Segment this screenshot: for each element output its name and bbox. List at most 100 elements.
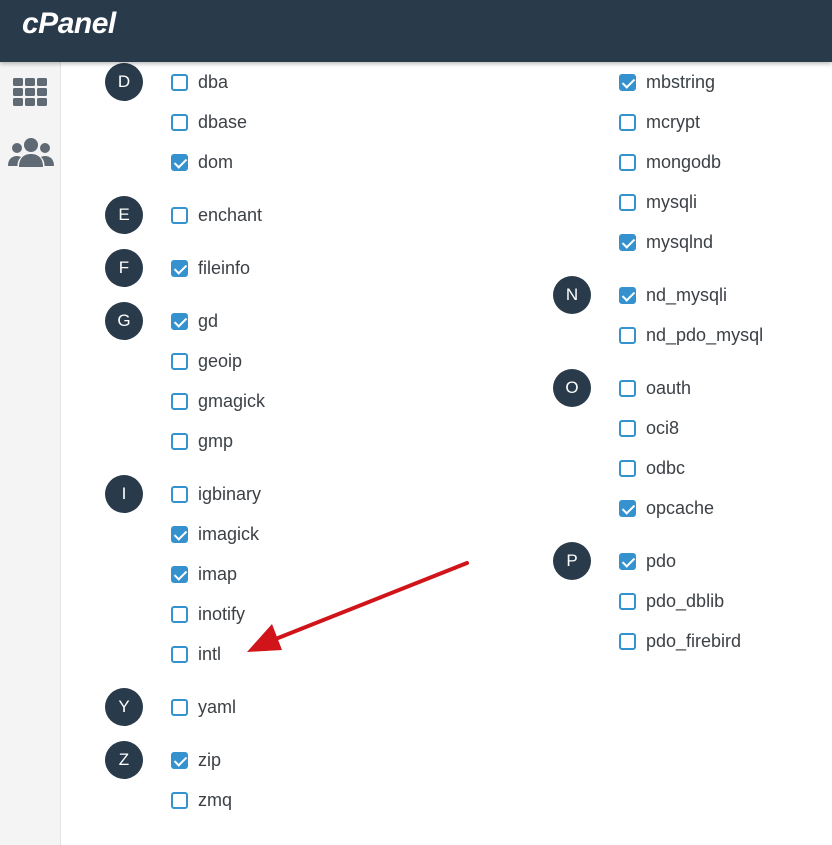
extension-item-geoip[interactable]: geoip xyxy=(171,349,242,373)
extension-item-nd-mysqli[interactable]: nd_mysqli xyxy=(619,283,727,307)
extension-item-zip[interactable]: zip xyxy=(171,748,221,772)
letter-badge-n: N xyxy=(553,276,591,314)
extension-label: nd_pdo_mysql xyxy=(646,324,764,345)
extension-label: yaml xyxy=(198,696,237,717)
extension-checkbox[interactable] xyxy=(619,326,636,344)
cpanel-logo[interactable]: cPanel xyxy=(22,7,116,41)
letter-badge-g: G xyxy=(105,302,143,340)
extension-checkbox[interactable] xyxy=(619,592,636,610)
extension-label: pdo_dblib xyxy=(646,590,725,611)
extension-checkbox[interactable] xyxy=(171,605,188,623)
extension-label: pdo xyxy=(646,550,677,571)
extension-checkbox[interactable] xyxy=(619,419,636,437)
letter-badge-d: D xyxy=(105,63,143,101)
extension-item-intl[interactable]: intl xyxy=(171,642,221,666)
extension-checkbox[interactable] xyxy=(171,259,188,277)
extension-item-nd-pdo-mysql[interactable]: nd_pdo_mysql xyxy=(619,323,763,347)
extension-label: mcrypt xyxy=(646,111,700,132)
extension-item-dba[interactable]: dba xyxy=(171,70,228,94)
extension-item-pdo-firebird[interactable]: pdo_firebird xyxy=(619,629,741,653)
extension-label: dba xyxy=(198,71,229,92)
extension-item-yaml[interactable]: yaml xyxy=(171,695,236,719)
letter-badge-f: F xyxy=(105,249,143,287)
extension-checkbox[interactable] xyxy=(619,286,636,304)
extension-item-mbstring[interactable]: mbstring xyxy=(619,70,715,94)
extension-item-gd[interactable]: gd xyxy=(171,309,218,333)
extension-checkbox[interactable] xyxy=(619,73,636,91)
extension-checkbox[interactable] xyxy=(171,312,188,330)
users-icon[interactable] xyxy=(8,136,54,172)
extension-label: pdo_firebird xyxy=(646,630,742,651)
extension-label: mysqlnd xyxy=(646,231,714,252)
extension-checkbox[interactable] xyxy=(171,113,188,131)
extension-label: fileinfo xyxy=(198,257,251,278)
extension-item-pdo[interactable]: pdo xyxy=(619,549,676,573)
extension-checkbox[interactable] xyxy=(171,392,188,410)
letter-badge-i: I xyxy=(105,475,143,513)
extension-item-opcache[interactable]: opcache xyxy=(619,496,714,520)
extension-checkbox[interactable] xyxy=(171,791,188,809)
extension-item-oci8[interactable]: oci8 xyxy=(619,416,679,440)
extension-label: dbase xyxy=(198,111,248,132)
extension-checkbox[interactable] xyxy=(619,193,636,211)
extension-checkbox[interactable] xyxy=(171,698,188,716)
extension-label: gmagick xyxy=(198,390,266,411)
extension-item-dbase[interactable]: dbase xyxy=(171,110,247,134)
extension-label: gd xyxy=(198,310,219,331)
extension-checkbox[interactable] xyxy=(171,352,188,370)
extension-item-gmagick[interactable]: gmagick xyxy=(171,389,265,413)
extension-item-dom[interactable]: dom xyxy=(171,150,233,174)
grid-menu-icon[interactable] xyxy=(10,76,52,112)
extension-item-imagick[interactable]: imagick xyxy=(171,522,259,546)
extension-checkbox[interactable] xyxy=(171,525,188,543)
top-bar: cPanel xyxy=(0,0,832,62)
extension-checkbox[interactable] xyxy=(619,233,636,251)
extension-item-enchant[interactable]: enchant xyxy=(171,203,262,227)
extension-checkbox[interactable] xyxy=(619,632,636,650)
letter-badge-p: P xyxy=(553,542,591,580)
extension-checkbox[interactable] xyxy=(619,499,636,517)
extension-checkbox[interactable] xyxy=(619,153,636,171)
extension-checkbox[interactable] xyxy=(171,73,188,91)
extension-label: geoip xyxy=(198,350,243,371)
extension-label: igbinary xyxy=(198,483,262,504)
extension-item-gmp[interactable]: gmp xyxy=(171,429,233,453)
extension-checkbox[interactable] xyxy=(171,751,188,769)
extension-checkbox[interactable] xyxy=(171,432,188,450)
extension-label: opcache xyxy=(646,497,715,518)
extension-label: odbc xyxy=(646,457,686,478)
extension-checkbox[interactable] xyxy=(619,379,636,397)
extension-item-mysqlnd[interactable]: mysqlnd xyxy=(619,230,713,254)
extension-item-mysqli[interactable]: mysqli xyxy=(619,190,697,214)
extension-item-mongodb[interactable]: mongodb xyxy=(619,150,721,174)
extension-item-pdo-dblib[interactable]: pdo_dblib xyxy=(619,589,724,613)
extension-label: intl xyxy=(198,643,222,664)
letter-badge-e: E xyxy=(105,196,143,234)
extension-label: enchant xyxy=(198,204,263,225)
extension-label: zmq xyxy=(198,789,233,810)
extension-checkbox[interactable] xyxy=(619,552,636,570)
extension-checkbox[interactable] xyxy=(619,113,636,131)
extension-item-oauth[interactable]: oauth xyxy=(619,376,691,400)
extension-label: imagick xyxy=(198,523,260,544)
extension-checkbox[interactable] xyxy=(171,206,188,224)
extension-label: gmp xyxy=(198,430,234,451)
extension-label: mongodb xyxy=(646,151,722,172)
extension-checkbox[interactable] xyxy=(171,565,188,583)
extension-label: mysqli xyxy=(646,191,698,212)
extension-item-inotify[interactable]: inotify xyxy=(171,602,245,626)
extension-label: inotify xyxy=(198,603,246,624)
extension-checkbox[interactable] xyxy=(171,153,188,171)
extension-label: oci8 xyxy=(646,417,680,438)
extension-item-mcrypt[interactable]: mcrypt xyxy=(619,110,700,134)
sidebar xyxy=(0,62,61,845)
extension-item-odbc[interactable]: odbc xyxy=(619,456,685,480)
extension-checkbox[interactable] xyxy=(171,645,188,663)
letter-badge-o: O xyxy=(553,369,591,407)
extension-item-igbinary[interactable]: igbinary xyxy=(171,482,261,506)
extension-item-imap[interactable]: imap xyxy=(171,562,237,586)
extension-item-zmq[interactable]: zmq xyxy=(171,788,232,812)
extension-checkbox[interactable] xyxy=(171,485,188,503)
extension-item-fileinfo[interactable]: fileinfo xyxy=(171,256,250,280)
extension-checkbox[interactable] xyxy=(619,459,636,477)
